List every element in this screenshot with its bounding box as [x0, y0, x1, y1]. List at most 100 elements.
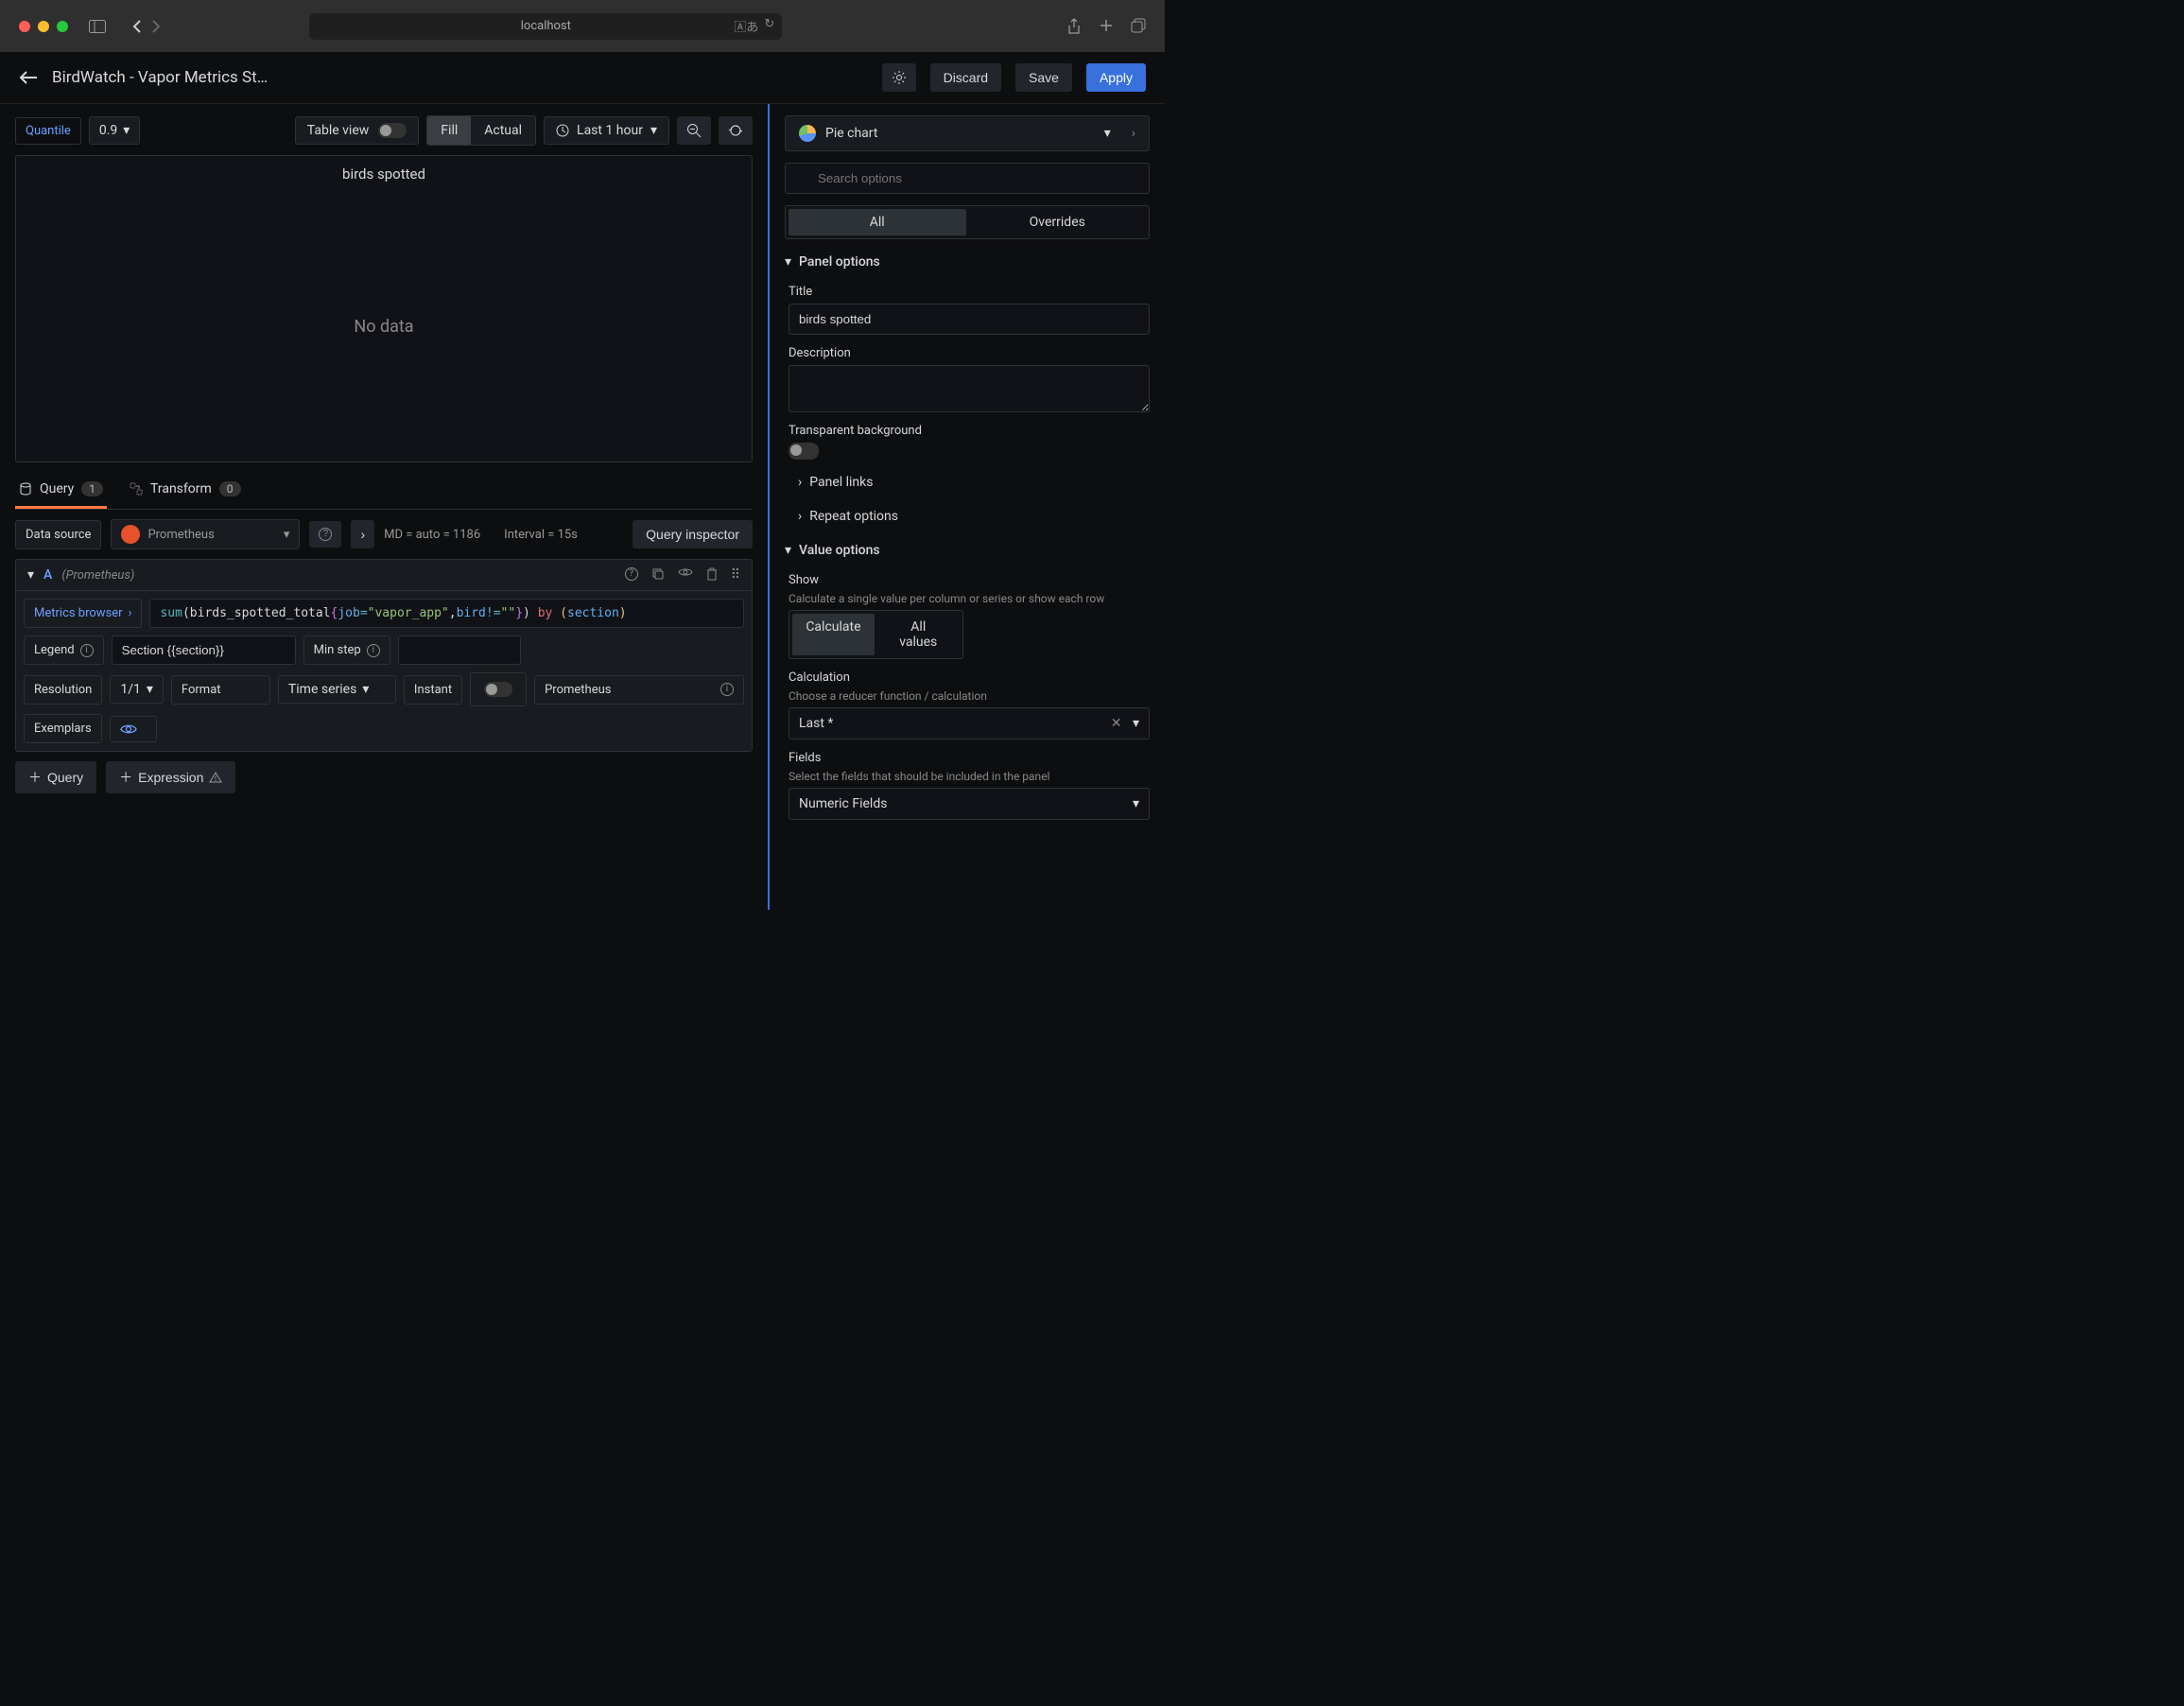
dashboard-title: BirdWatch - Vapor Metrics St… [52, 68, 268, 87]
resolution-dropdown[interactable]: 1/1 ▾ [110, 675, 164, 704]
chevron-right-icon[interactable]: › [1132, 126, 1135, 141]
format-label: Format [171, 675, 270, 705]
info-icon[interactable]: i [80, 644, 94, 657]
description-input[interactable] [789, 365, 1150, 412]
tab-overrides[interactable]: Overrides [969, 209, 1147, 235]
translate-icon[interactable]: 🄰あ [734, 17, 758, 35]
actual-option[interactable]: Actual [471, 116, 535, 145]
chevron-down-icon: ▾ [362, 682, 369, 697]
query-letter[interactable]: A [43, 567, 52, 583]
minimize-window-button[interactable] [38, 21, 49, 32]
section-panel-options[interactable]: ▾ Panel options [785, 251, 1150, 273]
collapse-toggle[interactable]: ▾ [27, 567, 34, 583]
fields-select[interactable]: Numeric Fields ▾ [789, 788, 1150, 820]
url-text: localhost [521, 19, 571, 33]
url-bar[interactable]: localhost 🄰あ ↻ [309, 13, 782, 40]
refresh-button[interactable] [719, 116, 753, 145]
chevron-right-icon: › [798, 509, 802, 524]
info-icon[interactable]: i [720, 683, 734, 696]
description-field-label: Description [789, 346, 1150, 360]
left-panel: Quantile 0.9 ▾ Table view Fill Actual La… [0, 104, 768, 910]
plus-icon: ＋ [28, 768, 42, 787]
show-calculate-option[interactable]: Calculate [792, 614, 875, 655]
viz-type-picker[interactable]: Pie chart ▾ › [785, 115, 1150, 151]
apply-button[interactable]: Apply [1086, 63, 1146, 92]
eye-icon [120, 723, 137, 735]
warning-icon [209, 772, 222, 783]
exemplars-toggle[interactable] [110, 716, 157, 742]
save-button[interactable]: Save [1015, 63, 1072, 92]
add-expression-button[interactable]: ＋ Expression [106, 761, 235, 793]
instant-toggle-wrap[interactable] [470, 672, 527, 706]
section-panel-links[interactable]: › Panel links [798, 471, 1150, 494]
nav-arrows [131, 19, 162, 34]
chevron-down-icon: ▾ [147, 682, 153, 697]
transform-tab-icon [130, 482, 143, 496]
traffic-lights [19, 21, 68, 32]
min-step-input[interactable] [398, 635, 521, 665]
reload-icon[interactable]: ↻ [764, 17, 774, 35]
fields-hint: Select the fields that should be include… [789, 770, 1150, 783]
tab-query[interactable]: Query 1 [15, 472, 107, 509]
panel-title[interactable]: birds spotted [16, 156, 752, 192]
back-arrow-icon[interactable] [19, 70, 38, 85]
format-dropdown[interactable]: Time series ▾ [278, 675, 396, 704]
fill-option[interactable]: Fill [427, 116, 471, 145]
info-icon[interactable]: i [367, 644, 380, 657]
legend-input[interactable] [112, 635, 296, 665]
add-query-button[interactable]: ＋ Query [15, 761, 96, 793]
chevron-down-icon: ▾ [650, 123, 657, 138]
datasource-expand-button[interactable]: › [351, 520, 374, 548]
panel-body: No data [16, 192, 752, 461]
tab-transform[interactable]: Transform 0 [126, 472, 245, 509]
quantile-label[interactable]: Quantile [15, 117, 81, 145]
forward-icon[interactable] [150, 19, 162, 34]
refresh-icon [728, 123, 743, 138]
new-tab-icon[interactable] [1099, 18, 1114, 35]
copy-icon[interactable] [651, 567, 665, 583]
show-hint: Calculate a single value per column or s… [789, 592, 1150, 605]
tab-all[interactable]: All [789, 209, 966, 235]
time-range-picker[interactable]: Last 1 hour ▾ [544, 116, 669, 145]
clear-icon[interactable]: ✕ [1111, 716, 1122, 731]
datasource-help-button[interactable]: ? [309, 521, 341, 548]
quantile-dropdown[interactable]: 0.9 ▾ [89, 116, 140, 145]
section-value-options[interactable]: ▾ Value options [785, 539, 1150, 562]
eye-icon[interactable] [678, 567, 693, 583]
section-repeat-options[interactable]: › Repeat options [798, 505, 1150, 528]
settings-button[interactable] [882, 63, 916, 92]
discard-button[interactable]: Discard [930, 63, 1001, 92]
show-all-option[interactable]: All values [877, 614, 960, 655]
title-input[interactable] [789, 304, 1150, 335]
close-window-button[interactable] [19, 21, 30, 32]
show-label: Show [789, 573, 1150, 587]
share-icon[interactable] [1066, 18, 1082, 35]
md-info: MD = auto = 1186 [384, 528, 480, 542]
legend-label: Legend i [24, 635, 104, 665]
help-icon: ? [319, 528, 332, 541]
metrics-browser-button[interactable]: Metrics browser › [24, 599, 142, 628]
min-step-label: Min step i [303, 635, 390, 665]
back-icon[interactable] [131, 19, 143, 34]
toolbar: Quantile 0.9 ▾ Table view Fill Actual La… [15, 115, 753, 146]
query-editor: ▾ A (Prometheus) ? ⠿ [15, 559, 753, 752]
tabs-overview-icon[interactable] [1131, 18, 1146, 35]
query-ds-label: (Prometheus) [61, 568, 134, 583]
help-icon[interactable]: ? [625, 567, 638, 581]
promql-input[interactable]: sum(birds_spotted_total{job="vapor_app",… [149, 599, 744, 628]
calculation-select[interactable]: Last * ✕ ▾ [789, 707, 1150, 740]
zoom-out-button[interactable] [677, 116, 711, 145]
table-view-toggle[interactable]: Table view [295, 116, 420, 145]
trash-icon[interactable] [706, 567, 718, 583]
browser-chrome: localhost 🄰あ ↻ [0, 0, 1165, 52]
resolution-label: Resolution [24, 675, 102, 705]
datasource-label: Data source [15, 520, 101, 549]
datasource-select[interactable]: Prometheus ▾ [111, 519, 300, 549]
transparent-bg-toggle[interactable] [789, 443, 819, 460]
query-inspector-button[interactable]: Query inspector [633, 520, 753, 548]
calculation-hint: Choose a reducer function / calculation [789, 689, 1150, 703]
options-search-input[interactable] [785, 163, 1150, 194]
maximize-window-button[interactable] [57, 21, 68, 32]
sidebar-icon[interactable] [89, 20, 106, 33]
drag-handle-icon[interactable]: ⠿ [731, 567, 740, 583]
